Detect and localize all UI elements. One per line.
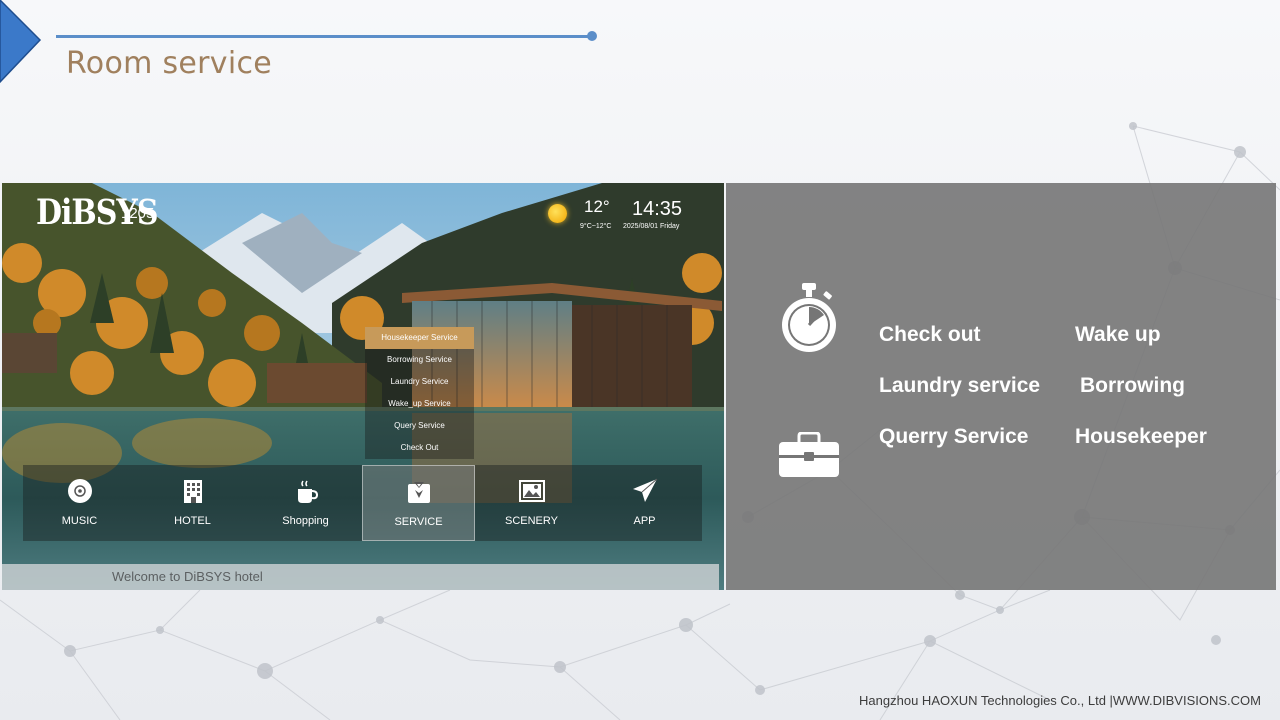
sun-icon — [548, 204, 567, 223]
service-menu-item-query[interactable]: Query Service — [365, 415, 474, 437]
feature-query-service: Querry Service — [879, 425, 1029, 448]
corner-arrow-decoration — [0, 0, 42, 84]
nav-label: Shopping — [282, 515, 329, 527]
temperature-range: 9°C~12°C — [580, 223, 612, 230]
main-nav-bar: MUSIC HOTEL Shopping SERVICE SCENERY APP — [23, 465, 702, 541]
feature-housekeeper: Housekeeper — [1075, 425, 1207, 448]
nav-item-shopping[interactable]: Shopping — [249, 465, 362, 541]
service-menu-item-borrowing[interactable]: Borrowing Service — [365, 349, 474, 371]
title-divider-line — [56, 35, 592, 38]
clock-time: 14:35 — [632, 198, 683, 220]
company-footer: Hangzhou HAOXUN Technologies Co., Ltd |W… — [859, 693, 1261, 708]
temperature: 12° — [584, 197, 610, 216]
coffee-cup-icon — [297, 480, 318, 503]
service-menu-item-wake-up[interactable]: Wake_up Service — [365, 393, 474, 415]
toolbox-icon — [779, 432, 839, 477]
title-divider-dot — [587, 31, 597, 41]
paper-plane-icon — [632, 478, 657, 502]
nav-item-music[interactable]: MUSIC — [23, 465, 136, 541]
stopwatch-icon — [782, 283, 836, 352]
nav-label: HOTEL — [174, 515, 211, 527]
nav-label: SCENERY — [505, 515, 558, 527]
nav-label: MUSIC — [61, 515, 98, 527]
service-menu-item-laundry[interactable]: Laundry Service — [365, 371, 474, 393]
date-label: 2025/08/01 Friday — [623, 223, 680, 230]
features-panel: Check out Wake up Laundry service Borrow… — [726, 183, 1276, 590]
nav-label: APP — [633, 515, 656, 527]
slide-title: Room service — [66, 46, 273, 81]
disc-icon — [67, 479, 92, 503]
service-menu-item-housekeeper[interactable]: Housekeeper Service — [365, 327, 474, 349]
gallery-icon — [518, 480, 545, 502]
nav-item-hotel[interactable]: HOTEL — [136, 465, 249, 541]
service-waiter-icon — [407, 482, 430, 503]
hotel-building-icon — [183, 480, 202, 503]
room-number: 1205 — [121, 205, 155, 222]
nav-item-scenery[interactable]: SCENERY — [475, 465, 588, 541]
nav-item-service[interactable]: SERVICE — [362, 465, 475, 541]
nav-item-app[interactable]: APP — [588, 465, 701, 541]
feature-laundry-service: Laundry service — [879, 374, 1041, 397]
hotel-tv-screen: DiBSYS 1205 12° 9°C~12°C 14:35 2025/08/0… — [2, 183, 724, 590]
feature-borrowing: Borrowing — [1080, 374, 1185, 397]
welcome-ticker: Welcome to DiBSYS hotel — [2, 564, 719, 590]
nav-label: SERVICE — [394, 516, 443, 528]
feature-check-out: Check out — [879, 323, 981, 346]
feature-wake-up: Wake up — [1075, 323, 1161, 346]
service-menu-item-check-out[interactable]: Check Out — [365, 437, 474, 459]
welcome-text: Welcome to DiBSYS hotel — [112, 569, 263, 584]
service-submenu: Housekeeper Service Borrowing Service La… — [365, 327, 474, 459]
